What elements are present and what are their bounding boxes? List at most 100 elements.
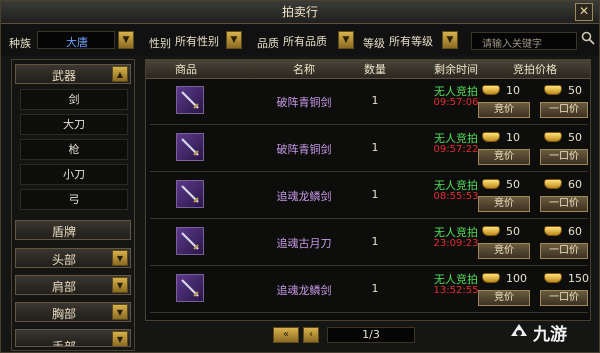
sword-icon[interactable] bbox=[176, 86, 204, 114]
bid-price: 10 bbox=[506, 84, 520, 97]
buyout-price: 60 bbox=[568, 225, 582, 238]
bid-button[interactable]: 竞价 bbox=[478, 290, 530, 306]
header-quantity: 数量 bbox=[364, 63, 386, 76]
bid-button[interactable]: 竞价 bbox=[478, 196, 530, 212]
subcategory-dagger[interactable]: 小刀 bbox=[20, 164, 128, 185]
buyout-button[interactable]: 一口价 bbox=[540, 102, 588, 118]
category-chest-label: 胸部 bbox=[51, 307, 76, 321]
category-shoulder[interactable]: 肩部 ▼ bbox=[15, 275, 131, 295]
subcategory-bow[interactable]: 弓 bbox=[20, 189, 128, 210]
category-more[interactable]: 手部 ▼ bbox=[15, 329, 131, 347]
item-quantity: 1 bbox=[371, 282, 379, 295]
item-quantity: 1 bbox=[371, 188, 379, 201]
gold-ingot-icon bbox=[482, 226, 500, 236]
category-shield-label: 盾牌 bbox=[51, 225, 76, 239]
gold-ingot-icon bbox=[482, 85, 500, 95]
window-titlebar: 拍卖行 bbox=[1, 1, 599, 24]
window-title: 拍卖行 bbox=[281, 5, 318, 19]
chevron-down-icon: ▼ bbox=[122, 35, 130, 45]
sword-icon[interactable] bbox=[176, 274, 204, 302]
category-weapon[interactable]: 武器 ▲ bbox=[15, 64, 131, 84]
bid-price: 50 bbox=[506, 225, 520, 238]
subcategory-sword[interactable]: 剑 bbox=[20, 89, 128, 110]
table-header: 商品 名称 数量 剩余时间 竞拍价格 bbox=[146, 60, 590, 79]
table-row[interactable]: 追魂龙鳞剑 1 无人竞拍 13:52:55 100 150 竞价 一口价 bbox=[150, 268, 589, 313]
header-item: 商品 bbox=[175, 63, 197, 76]
filter-bar: 种族 大唐 ▼ 性别 所有性别 ▼ 品质 所有品质 ▼ 等级 所有等级 ▼ 请输… bbox=[1, 24, 599, 56]
prev-page-button[interactable]: ‹ bbox=[303, 327, 319, 343]
search-icon[interactable] bbox=[581, 31, 595, 45]
quality-select[interactable]: 所有品质 bbox=[281, 31, 335, 49]
buyout-price: 50 bbox=[568, 131, 582, 144]
sword-icon[interactable] bbox=[176, 180, 204, 208]
gold-ingot-icon bbox=[544, 273, 562, 283]
race-value: 大唐 bbox=[66, 36, 88, 49]
gender-value: 所有性别 bbox=[175, 35, 219, 48]
bid-price: 10 bbox=[506, 131, 520, 144]
level-dropdown-button[interactable]: ▼ bbox=[442, 31, 458, 49]
close-button[interactable]: ✕ bbox=[575, 3, 593, 21]
first-page-button[interactable]: « bbox=[273, 327, 299, 343]
chevron-down-icon[interactable]: ▼ bbox=[112, 304, 128, 320]
buyout-price: 60 bbox=[568, 178, 582, 191]
buyout-button[interactable]: 一口价 bbox=[540, 290, 588, 306]
category-shoulder-label: 肩部 bbox=[51, 280, 76, 294]
table-row[interactable]: 破阵青铜剑 1 无人竞拍 09:57:06 10 50 竞价 一口价 bbox=[150, 80, 588, 125]
race-select[interactable]: 大唐 bbox=[37, 31, 115, 49]
search-input[interactable]: 请输入关键字 bbox=[471, 32, 577, 50]
category-shield[interactable]: 盾牌 bbox=[15, 220, 131, 240]
gold-ingot-icon bbox=[482, 179, 500, 189]
table-row[interactable]: 破阵青铜剑 1 无人竞拍 09:57:22 10 50 竞价 一口价 bbox=[150, 127, 588, 172]
quality-value: 所有品质 bbox=[283, 35, 327, 48]
quality-dropdown-button[interactable]: ▼ bbox=[338, 31, 354, 49]
header-bid-price: 竞拍价格 bbox=[513, 63, 557, 76]
category-weapon-label: 武器 bbox=[51, 69, 76, 83]
chevron-down-icon[interactable]: ▼ bbox=[112, 331, 128, 346]
chevron-down-icon: ▼ bbox=[446, 35, 454, 45]
buyout-price: 50 bbox=[568, 84, 582, 97]
sword-icon[interactable] bbox=[176, 227, 204, 255]
bid-button[interactable]: 竞价 bbox=[478, 149, 530, 165]
bid-button[interactable]: 竞价 bbox=[478, 102, 530, 118]
bid-button[interactable]: 竞价 bbox=[478, 243, 530, 259]
item-quantity: 1 bbox=[371, 94, 379, 107]
category-chest[interactable]: 胸部 ▼ bbox=[15, 302, 131, 322]
buyout-price: 150 bbox=[568, 272, 589, 285]
search-placeholder: 请输入关键字 bbox=[482, 39, 542, 50]
category-head-label: 头部 bbox=[51, 253, 76, 267]
watermark-logo: 九游 bbox=[511, 324, 567, 345]
level-label: 等级 bbox=[363, 37, 385, 50]
subcategory-spear[interactable]: 枪 bbox=[20, 139, 128, 160]
item-quantity: 1 bbox=[371, 141, 379, 154]
gold-ingot-icon bbox=[544, 179, 562, 189]
race-dropdown-button[interactable]: ▼ bbox=[118, 31, 134, 49]
category-head[interactable]: 头部 ▼ bbox=[15, 248, 131, 268]
sword-icon[interactable] bbox=[176, 133, 204, 161]
table-row[interactable]: 追魂龙鳞剑 1 无人竞拍 08:55:53 50 60 竞价 一口价 bbox=[150, 174, 588, 219]
auction-table: 商品 名称 数量 剩余时间 竞拍价格 破阵青铜剑 1 无人竞拍 09:57:06… bbox=[145, 59, 591, 321]
gender-label: 性别 bbox=[149, 37, 171, 50]
subcategory-blade[interactable]: 大刀 bbox=[20, 114, 128, 135]
logo-text: 九游 bbox=[532, 324, 567, 345]
chevron-up-icon[interactable]: ▲ bbox=[112, 66, 128, 82]
gender-dropdown-button[interactable]: ▼ bbox=[226, 31, 242, 49]
gold-ingot-icon bbox=[544, 85, 562, 95]
table-row[interactable]: 追魂古月刀 1 无人竞拍 23:09:23 50 60 竞价 一口价 bbox=[150, 221, 588, 266]
buyout-button[interactable]: 一口价 bbox=[540, 196, 588, 212]
race-label: 种族 bbox=[9, 37, 31, 50]
category-panel: 武器 ▲ 剑 大刀 枪 小刀 弓 盾牌 头部 ▼ 肩部 ▼ 胸部 ▼ 手部 ▼ bbox=[11, 59, 135, 351]
chevron-down-icon: ▼ bbox=[230, 35, 238, 45]
buyout-button[interactable]: 一口价 bbox=[540, 243, 588, 259]
gold-ingot-icon bbox=[544, 132, 562, 142]
chevron-down-icon[interactable]: ▼ bbox=[112, 277, 128, 293]
chevron-down-icon[interactable]: ▼ bbox=[112, 250, 128, 266]
gold-ingot-icon bbox=[544, 226, 562, 236]
quality-label: 品质 bbox=[257, 37, 279, 50]
level-select[interactable]: 所有等级 bbox=[387, 31, 437, 49]
buyout-button[interactable]: 一口价 bbox=[540, 149, 588, 165]
bid-price: 100 bbox=[506, 272, 527, 285]
chevron-down-icon: ▼ bbox=[342, 35, 350, 45]
gender-select[interactable]: 所有性别 bbox=[173, 31, 223, 49]
page-indicator: 1/3 bbox=[327, 327, 415, 343]
auction-window: 拍卖行 ✕ 种族 大唐 ▼ 性别 所有性别 ▼ 品质 所有品质 ▼ 等级 所有等… bbox=[0, 0, 600, 353]
